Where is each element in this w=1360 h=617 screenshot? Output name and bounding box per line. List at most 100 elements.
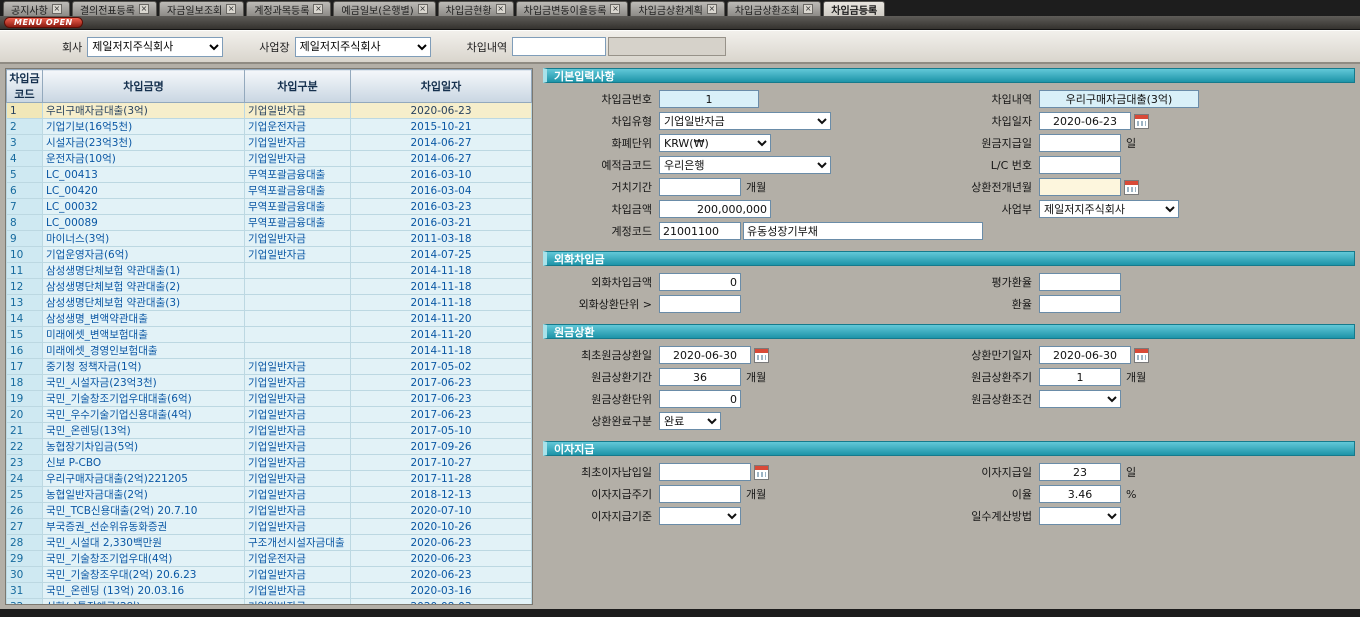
rollover-input[interactable] bbox=[1039, 178, 1121, 196]
cell-type[interactable] bbox=[245, 295, 351, 311]
cell-code[interactable]: 12 bbox=[7, 279, 43, 295]
table-row[interactable]: 26국민_TCB신용대출(2억) 20.7.10기업일반자금2020-07-10 bbox=[7, 503, 532, 519]
complete-select[interactable]: 완료 bbox=[659, 412, 721, 430]
interest-basis-select[interactable] bbox=[659, 507, 741, 525]
table-row[interactable]: 12삼성생명단체보험 약관대출(2)2014-11-18 bbox=[7, 279, 532, 295]
cell-type[interactable]: 기업일반자금 bbox=[245, 599, 351, 606]
cell-type[interactable]: 기업일반자금 bbox=[245, 135, 351, 151]
cell-date[interactable]: 2020-06-23 bbox=[351, 103, 532, 119]
cell-date[interactable]: 2017-06-23 bbox=[351, 391, 532, 407]
cell-code[interactable]: 22 bbox=[7, 439, 43, 455]
table-row[interactable]: 7LC_00032무역포괄금융대출2016-03-23 bbox=[7, 199, 532, 215]
cell-date[interactable]: 2020-08-03 bbox=[351, 599, 532, 606]
cell-date[interactable]: 2014-11-18 bbox=[351, 263, 532, 279]
cell-name[interactable]: 마이너스(3억) bbox=[43, 231, 245, 247]
table-row[interactable]: 2기업기보(16억5천)기업운전자금2015-10-21 bbox=[7, 119, 532, 135]
table-row[interactable]: 20국민_우수기술기업신용대출(4억)기업일반자금2017-06-23 bbox=[7, 407, 532, 423]
tab-close-icon[interactable]: × bbox=[313, 4, 323, 14]
cell-code[interactable]: 5 bbox=[7, 167, 43, 183]
cell-name[interactable]: 시설자금(23억3천) bbox=[43, 135, 245, 151]
tab-7[interactable]: 차입금변동이율등록× bbox=[516, 1, 629, 16]
cell-date[interactable]: 2020-10-26 bbox=[351, 519, 532, 535]
cell-date[interactable]: 2015-10-21 bbox=[351, 119, 532, 135]
cell-name[interactable]: 중기청 정책자금(1억) bbox=[43, 359, 245, 375]
cell-date[interactable]: 2017-10-27 bbox=[351, 455, 532, 471]
table-row[interactable]: 30국민_기술창조우대(2억) 20.6.23기업일반자금2020-06-23 bbox=[7, 567, 532, 583]
cell-name[interactable]: LC_00413 bbox=[43, 167, 245, 183]
eval-rate-input[interactable] bbox=[1039, 273, 1121, 291]
cell-type[interactable]: 기업운전자금 bbox=[245, 119, 351, 135]
col-header-code[interactable]: 차입금코드 bbox=[7, 70, 43, 103]
cell-date[interactable]: 2017-11-28 bbox=[351, 471, 532, 487]
table-row[interactable]: 13삼성생명단체보험 약관대출(3)2014-11-18 bbox=[7, 295, 532, 311]
table-row[interactable]: 18국민_시설자금(23억3천)기업일반자금2017-06-23 bbox=[7, 375, 532, 391]
tab-close-icon[interactable]: × bbox=[707, 4, 717, 14]
cell-type[interactable]: 기업일반자금 bbox=[245, 471, 351, 487]
cell-type[interactable]: 무역포괄금융대출 bbox=[245, 167, 351, 183]
loan-no-field[interactable] bbox=[659, 90, 759, 108]
cell-type[interactable]: 기업일반자금 bbox=[245, 375, 351, 391]
cell-name[interactable]: 삼성생명단체보험 약관대출(2) bbox=[43, 279, 245, 295]
tab-4[interactable]: 계정과목등록× bbox=[246, 1, 331, 16]
calendar-icon[interactable] bbox=[1134, 348, 1149, 363]
table-row[interactable]: 29국민_기술창조기업우대(4억)기업운전자금2020-06-23 bbox=[7, 551, 532, 567]
cell-code[interactable]: 7 bbox=[7, 199, 43, 215]
cell-code[interactable]: 31 bbox=[7, 583, 43, 599]
cell-name[interactable]: 농협장기차입금(5억) bbox=[43, 439, 245, 455]
account-name-input[interactable] bbox=[743, 222, 983, 240]
cell-code[interactable]: 30 bbox=[7, 567, 43, 583]
cell-date[interactable]: 2014-07-25 bbox=[351, 247, 532, 263]
cell-name[interactable]: 미래에셋_경영인보험대출 bbox=[43, 343, 245, 359]
cell-code[interactable]: 29 bbox=[7, 551, 43, 567]
cell-code[interactable]: 27 bbox=[7, 519, 43, 535]
cell-code[interactable]: 13 bbox=[7, 295, 43, 311]
cell-type[interactable]: 구조개선시설자금대출 bbox=[245, 535, 351, 551]
deposit-code-select[interactable]: 우리은행 bbox=[659, 156, 831, 174]
cell-code[interactable]: 1 bbox=[7, 103, 43, 119]
cell-name[interactable]: 신한(-)통장예금(2억) bbox=[43, 599, 245, 606]
cell-date[interactable]: 2020-03-16 bbox=[351, 583, 532, 599]
menu-open-button[interactable]: MENU OPEN bbox=[4, 17, 83, 28]
tab-close-icon[interactable]: × bbox=[139, 4, 149, 14]
tab-6[interactable]: 차입금현황× bbox=[438, 1, 514, 16]
tab-close-icon[interactable]: × bbox=[226, 4, 236, 14]
table-row[interactable]: 21국민_온렌딩(13억)기업일반자금2017-05-10 bbox=[7, 423, 532, 439]
cell-date[interactable]: 2018-12-13 bbox=[351, 487, 532, 503]
cell-type[interactable]: 기업일반자금 bbox=[245, 151, 351, 167]
cell-type[interactable]: 기업일반자금 bbox=[245, 503, 351, 519]
loan-desc-field[interactable] bbox=[1039, 90, 1199, 108]
repay-unit-input[interactable] bbox=[659, 390, 741, 408]
cell-code[interactable]: 4 bbox=[7, 151, 43, 167]
cell-name[interactable]: LC_00032 bbox=[43, 199, 245, 215]
interest-day-input[interactable] bbox=[1039, 463, 1121, 481]
cell-type[interactable]: 기업일반자금 bbox=[245, 455, 351, 471]
calendar-icon[interactable] bbox=[1124, 180, 1139, 195]
cell-type[interactable]: 기업일반자금 bbox=[245, 407, 351, 423]
cell-type[interactable]: 기업일반자금 bbox=[245, 247, 351, 263]
day-calc-select[interactable] bbox=[1039, 507, 1121, 525]
cell-type[interactable] bbox=[245, 263, 351, 279]
cell-date[interactable]: 2016-03-23 bbox=[351, 199, 532, 215]
company-select[interactable]: 제일저지주식회사 bbox=[87, 37, 223, 57]
cell-code[interactable]: 10 bbox=[7, 247, 43, 263]
table-row[interactable]: 4운전자금(10억)기업일반자금2014-06-27 bbox=[7, 151, 532, 167]
cell-date[interactable]: 2017-06-23 bbox=[351, 375, 532, 391]
cell-type[interactable]: 기업일반자금 bbox=[245, 583, 351, 599]
table-row[interactable]: 24우리구매자금대출(2억)221205기업일반자금2017-11-28 bbox=[7, 471, 532, 487]
tab-3[interactable]: 자금일보조회× bbox=[159, 1, 244, 16]
repay-cond-select[interactable] bbox=[1039, 390, 1121, 408]
cell-code[interactable]: 11 bbox=[7, 263, 43, 279]
cell-type[interactable] bbox=[245, 279, 351, 295]
table-row[interactable]: 27부국증권_선순위유동화증권기업일반자금2020-10-26 bbox=[7, 519, 532, 535]
cell-date[interactable]: 2020-06-23 bbox=[351, 567, 532, 583]
cell-name[interactable]: 삼성생명_변액약관대출 bbox=[43, 311, 245, 327]
cell-code[interactable]: 2 bbox=[7, 119, 43, 135]
cell-type[interactable]: 기업일반자금 bbox=[245, 487, 351, 503]
cell-type[interactable]: 무역포괄금융대출 bbox=[245, 215, 351, 231]
cell-code[interactable]: 8 bbox=[7, 215, 43, 231]
cell-date[interactable]: 2017-05-02 bbox=[351, 359, 532, 375]
table-row[interactable]: 3시설자금(23억3천)기업일반자금2014-06-27 bbox=[7, 135, 532, 151]
cell-date[interactable]: 2014-11-18 bbox=[351, 343, 532, 359]
cell-type[interactable]: 기업운전자금 bbox=[245, 551, 351, 567]
cell-code[interactable]: 15 bbox=[7, 327, 43, 343]
